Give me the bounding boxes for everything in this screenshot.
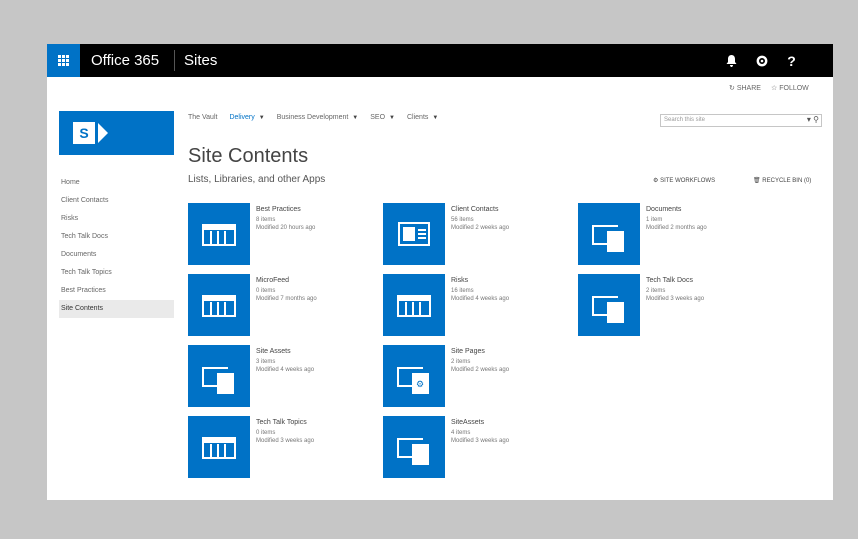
follow-button[interactable]: ☆ FOLLOW [771,84,809,92]
app-item-count: 16 items [451,288,474,294]
app-item-count: 0 items [256,430,276,436]
ql-item-documents[interactable]: Documents [59,246,174,264]
app-item-count: 2 items [646,288,666,294]
document-library-icon[interactable] [383,416,445,478]
search-icon[interactable]: ▾ ⚲ [807,115,819,124]
app-name[interactable]: SiteAssets [451,419,484,426]
sharepoint-logo-icon: S [73,122,95,144]
list-icon[interactable] [383,274,445,336]
contacts-icon[interactable] [383,203,445,265]
nav-item-the-vault[interactable]: The Vault [188,114,217,121]
ql-item-tech-talk-topics[interactable]: Tech Talk Topics [59,264,174,282]
app-modified: Modified 3 weeks ago [646,296,705,302]
top-navigation: The Vault Delivery ▼ Business Development… [188,114,438,121]
suite-bar-divider [174,50,175,71]
app-item-count: 4 items [451,430,471,436]
settings-gear-icon[interactable] [747,44,776,77]
app-name[interactable]: Best Practices [256,206,301,213]
document-library-icon[interactable] [578,274,640,336]
list-icon[interactable] [188,203,250,265]
document-library-icon[interactable] [578,203,640,265]
gear-icon: ⚙ [416,379,425,389]
search-placeholder: Search this site [664,117,706,123]
app-modified: Modified 2 months ago [646,225,707,231]
app-item-count: 56 items [451,217,474,223]
app-item-count: 1 item [646,217,663,223]
app-name[interactable]: Risks [451,277,468,284]
star-icon: ☆ [771,85,778,92]
app-modified: Modified 3 weeks ago [256,438,315,444]
page-title: Site Contents [188,145,309,168]
app-item-count: 0 items [256,288,276,294]
sharepoint-window: Office 365 Sites ? ↻ SHARE ☆ FOLLOW S Th… [47,44,833,500]
app-item-count: 3 items [256,359,276,365]
site-logo[interactable]: S [59,111,174,155]
trash-icon: 🗑 [753,178,761,184]
section-heading: Lists, Libraries, and other Apps [188,174,326,185]
notifications-bell-icon[interactable] [717,44,746,77]
share-label: SHARE [736,85,761,92]
ql-item-site-contents[interactable]: Site Contents [59,300,174,318]
nav-item-delivery[interactable]: Delivery ▼ [229,114,264,121]
app-modified: Modified 2 weeks ago [451,225,510,231]
office365-brand[interactable]: Office 365 [91,52,159,69]
app-name[interactable]: Client Contacts [451,206,498,213]
share-icon: ↻ [729,85,735,92]
document-library-icon[interactable] [188,345,250,407]
ql-item-risks[interactable]: Risks [59,210,174,228]
suite-bar: Office 365 Sites ? [47,44,833,77]
search-input[interactable]: Search this site ▾ ⚲ [660,114,822,127]
app-modified: Modified 4 weeks ago [451,296,510,302]
ql-item-client-contacts[interactable]: Client Contacts [59,192,174,210]
app-modified: Modified 4 weeks ago [256,367,315,373]
app-name[interactable]: Tech Talk Docs [646,277,693,284]
app-name[interactable]: Site Pages [451,348,485,355]
site-workflows-link[interactable]: ⚙ SITE WORKFLOWS [653,177,715,184]
list-icon[interactable] [188,274,250,336]
sites-link[interactable]: Sites [184,52,217,69]
app-modified: Modified 20 hours ago [256,225,316,231]
help-icon[interactable]: ? [777,44,806,77]
chevron-down-icon: ▼ [352,115,359,121]
app-modified: Modified 2 weeks ago [451,367,510,373]
nav-item-clients[interactable]: Clients ▼ [407,114,438,121]
app-modified: Modified 3 weeks ago [451,438,510,444]
ql-item-tech-talk-docs[interactable]: Tech Talk Docs [59,228,174,246]
app-modified: Modified 7 months ago [256,296,317,302]
recycle-bin-label: RECYCLE BIN (0) [762,178,812,184]
app-item-count: 2 items [451,359,471,365]
list-icon[interactable] [188,416,250,478]
site-pages-icon[interactable]: ⚙ [383,345,445,407]
ql-item-home[interactable]: Home [59,174,174,192]
app-name[interactable]: MicroFeed [256,277,289,284]
chevron-down-icon: ▼ [258,115,265,121]
app-launcher-icon[interactable] [47,44,80,77]
app-item-count: 8 items [256,217,276,223]
share-button[interactable]: ↻ SHARE [729,84,761,92]
app-name[interactable]: Site Assets [256,348,291,355]
site-workflows-label: SITE WORKFLOWS [660,178,716,184]
nav-item-business-development[interactable]: Business Development ▼ [277,114,359,121]
quick-launch: Home Client Contacts Risks Tech Talk Doc… [59,174,174,318]
follow-label: FOLLOW [779,85,809,92]
chevron-down-icon: ▼ [389,115,395,121]
workflow-icon: ⚙ [653,178,659,184]
nav-item-seo[interactable]: SEO ▼ [370,114,395,121]
ql-item-best-practices[interactable]: Best Practices [59,282,174,300]
chevron-down-icon: ▼ [432,115,439,121]
logo-arrow-shape [98,123,108,143]
app-name[interactable]: Tech Talk Topics [256,419,307,426]
app-name[interactable]: Documents [646,206,681,213]
recycle-bin-link[interactable]: 🗑 RECYCLE BIN (0) [753,177,811,184]
